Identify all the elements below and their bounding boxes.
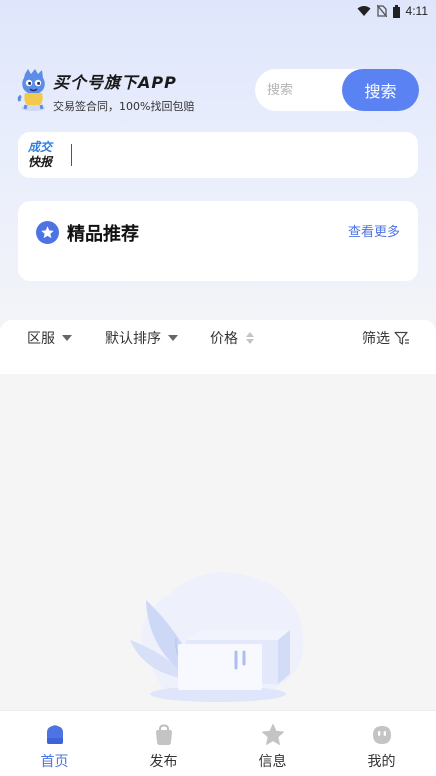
deal-news-badge: 成交 快报 (28, 140, 62, 170)
face-icon (373, 726, 391, 744)
sort-arrows-icon (246, 332, 254, 344)
view-more-link[interactable]: 查看更多 (348, 221, 400, 240)
tab-home[interactable]: 首页 (0, 711, 109, 776)
featured-star-icon (36, 221, 59, 244)
tab-publish-label: 发布 (149, 754, 178, 770)
tab-messages-label: 信息 (258, 754, 287, 770)
deal-news-ticker[interactable]: 成交 快报 (18, 132, 418, 178)
home-icon (47, 725, 63, 744)
search-bar: 搜索 (255, 69, 419, 111)
tab-publish[interactable]: 发布 (109, 711, 218, 776)
deal-news-badge-line1: 成交 (28, 140, 53, 154)
tab-home-label: 首页 (40, 754, 69, 770)
deal-news-badge-line2: 快报 (28, 155, 53, 169)
filter-server-label: 区服 (27, 331, 55, 347)
filter-bar: 区服 默认排序 价格 筛选 (0, 320, 436, 374)
tab-mine[interactable]: 我的 (327, 711, 436, 776)
wifi-icon (357, 6, 371, 16)
empty-state-illustration (130, 571, 304, 702)
filter-price[interactable]: 价格 (210, 328, 254, 348)
mascot-logo-icon (17, 69, 45, 111)
status-bar: 4:11 (0, 0, 436, 22)
search-button[interactable]: 搜索 (342, 69, 419, 111)
filter-server[interactable]: 区服 (27, 328, 72, 348)
brand-header: 买个号旗下APP 交易签合同，100%找回包赔 (16, 68, 246, 114)
filter-sort-label: 默认排序 (105, 331, 161, 347)
bottom-tab-bar: 首页 发布 信息 我的 (0, 710, 436, 776)
star-icon (262, 724, 284, 745)
deal-news-divider (71, 144, 72, 166)
status-time: 4:11 (405, 4, 428, 18)
filter-sort[interactable]: 默认排序 (105, 328, 178, 348)
tab-messages[interactable]: 信息 (218, 711, 327, 776)
no-sim-icon (376, 5, 387, 17)
tab-mine-label: 我的 (367, 754, 396, 770)
search-input[interactable] (267, 80, 339, 100)
featured-title: 精品推荐 (67, 224, 139, 245)
funnel-icon (394, 331, 409, 345)
filter-price-label: 价格 (210, 331, 238, 347)
caret-down-icon (62, 335, 72, 341)
bag-icon (156, 724, 172, 745)
filter-screen[interactable]: 筛选 (362, 328, 410, 348)
featured-section: 精品推荐 查看更多 (18, 201, 418, 281)
battery-icon (392, 4, 400, 18)
brand-subtitle: 交易签合同，100%找回包赔 (53, 100, 195, 113)
filter-screen-label: 筛选 (362, 331, 390, 347)
caret-down-icon (168, 335, 178, 341)
brand-title: 买个号旗下APP (53, 73, 177, 92)
